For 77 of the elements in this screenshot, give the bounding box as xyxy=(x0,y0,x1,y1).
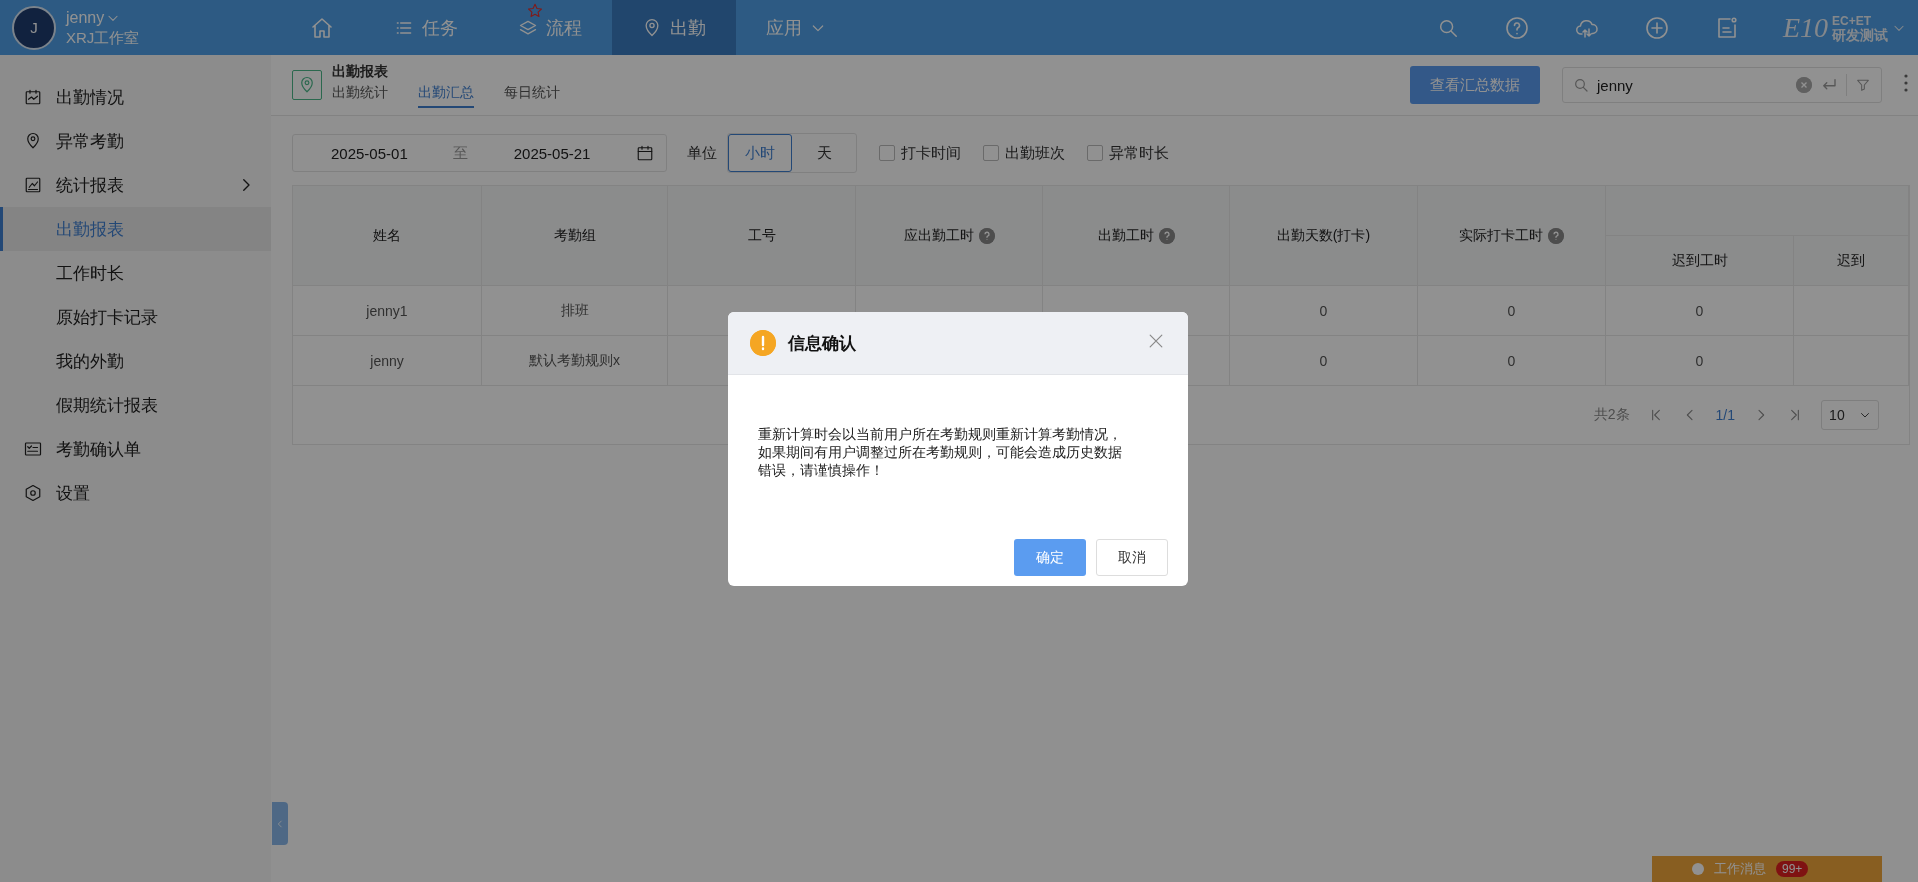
unit-option[interactable]: 小时 xyxy=(728,134,792,172)
collapse-handle[interactable] xyxy=(272,802,288,845)
sidebar-item[interactable]: 工作时长 xyxy=(0,251,271,295)
clear-icon[interactable] xyxy=(1796,77,1812,93)
unit-option[interactable]: 天 xyxy=(792,134,856,172)
column-header: 出勤天数(打卡) xyxy=(1230,186,1418,286)
column-header: 应出勤工时 xyxy=(856,186,1043,286)
table-cell: jenny xyxy=(293,336,482,386)
column-header: 迟到工时 xyxy=(1606,236,1794,286)
search-icon xyxy=(1573,77,1589,93)
tab[interactable]: 每日统计 xyxy=(504,80,560,108)
help-icon xyxy=(1504,15,1529,40)
column-header: 工号 xyxy=(668,186,856,286)
calendar-icon xyxy=(635,144,654,162)
avatar[interactable]: J xyxy=(12,5,56,50)
column-header: 出勤工时 xyxy=(1043,186,1230,286)
settings-icon xyxy=(24,484,42,502)
table-cell: 0 xyxy=(1418,286,1606,336)
page-size-select[interactable]: 10 xyxy=(1821,400,1879,430)
column-header: 姓名 xyxy=(293,186,482,286)
pin-glyph-icon xyxy=(298,76,316,94)
column-header: 迟到 xyxy=(1794,236,1909,286)
dot-icon xyxy=(1692,863,1704,875)
checkbox[interactable] xyxy=(1087,145,1103,161)
page-title: 出勤报表 xyxy=(332,62,389,81)
form-icon xyxy=(24,440,42,458)
table-cell: 0 xyxy=(1230,336,1418,386)
dialog-title: 信息确认 xyxy=(788,332,857,355)
checkbox[interactable] xyxy=(983,145,999,161)
dialog-message: 重新计算时会以当前用户所在考勤规则重新计算考勤情况，如果期间有用户调整过所在考勤规则，可能会造成历史数据错误，请谨慎操作！ xyxy=(758,426,1122,478)
help-icon[interactable] xyxy=(978,227,995,244)
sidebar-item[interactable]: 出勤情况 xyxy=(0,75,271,119)
sidebar-item[interactable]: 考勤确认单 xyxy=(0,427,271,471)
checkbox-label[interactable]: 异常时长 xyxy=(1109,143,1169,163)
chevron-icon xyxy=(275,818,285,829)
nav-item[interactable]: 出勤 xyxy=(612,0,736,55)
column-header: 实际打卡工时 xyxy=(1418,186,1606,286)
warning-icon xyxy=(750,330,776,356)
checkbox[interactable] xyxy=(879,145,895,161)
table-cell: 排班 xyxy=(482,286,668,336)
table-cell: 0 xyxy=(1230,286,1418,336)
sidebar-item[interactable]: 统计报表 xyxy=(0,163,271,207)
messages-bar[interactable]: 工作消息 99+ xyxy=(1652,856,1882,882)
checkbox-label[interactable]: 出勤班次 xyxy=(1005,143,1065,163)
checkbox-label[interactable]: 打卡时间 xyxy=(901,143,961,163)
table-cell: 0 xyxy=(1418,336,1606,386)
table-cell: jenny1 xyxy=(293,286,482,336)
date-range-field[interactable]: 2025-05-01 至 2025-05-21 xyxy=(292,134,667,172)
sidebar-item[interactable]: 设置 xyxy=(0,471,271,515)
sidebar-item[interactable]: 假期统计报表 xyxy=(0,383,271,427)
organization-name: XRJ工作室 xyxy=(66,27,140,48)
sidebar-item[interactable]: 异常考勤 xyxy=(0,119,271,163)
confirm-button[interactable]: 确定 xyxy=(1014,539,1086,576)
search-field[interactable]: jenny xyxy=(1562,67,1882,103)
tab[interactable]: 出勤统计 xyxy=(332,80,388,108)
cancel-button[interactable]: 取消 xyxy=(1096,539,1168,576)
unit-label: 单位 xyxy=(687,143,717,163)
more-icon[interactable] xyxy=(1904,74,1908,92)
filter-icon xyxy=(1855,77,1871,93)
calendar-icon xyxy=(24,88,42,106)
home-icon xyxy=(310,15,334,40)
sidebar-item[interactable]: 我的外勤 xyxy=(0,339,271,383)
count-badge: 99+ xyxy=(1776,861,1809,877)
add-icon xyxy=(1644,15,1669,40)
column-header: 考勤组 xyxy=(482,186,668,286)
help-icon[interactable] xyxy=(1158,227,1175,244)
total-count: 共2条 xyxy=(1593,406,1630,424)
location-icon xyxy=(24,132,42,150)
star-icon xyxy=(526,2,544,20)
table-cell: 0 xyxy=(1606,286,1794,336)
table-cell: 默认考勤规则x xyxy=(482,336,668,386)
tab[interactable]: 出勤汇总 xyxy=(418,80,474,108)
page-indicator: 1/1 xyxy=(1715,407,1735,423)
sidebar-item[interactable]: 原始打卡记录 xyxy=(0,295,271,339)
help-icon[interactable] xyxy=(1548,227,1564,244)
table-cell: 0 xyxy=(1606,336,1794,386)
chart-icon xyxy=(24,176,42,194)
